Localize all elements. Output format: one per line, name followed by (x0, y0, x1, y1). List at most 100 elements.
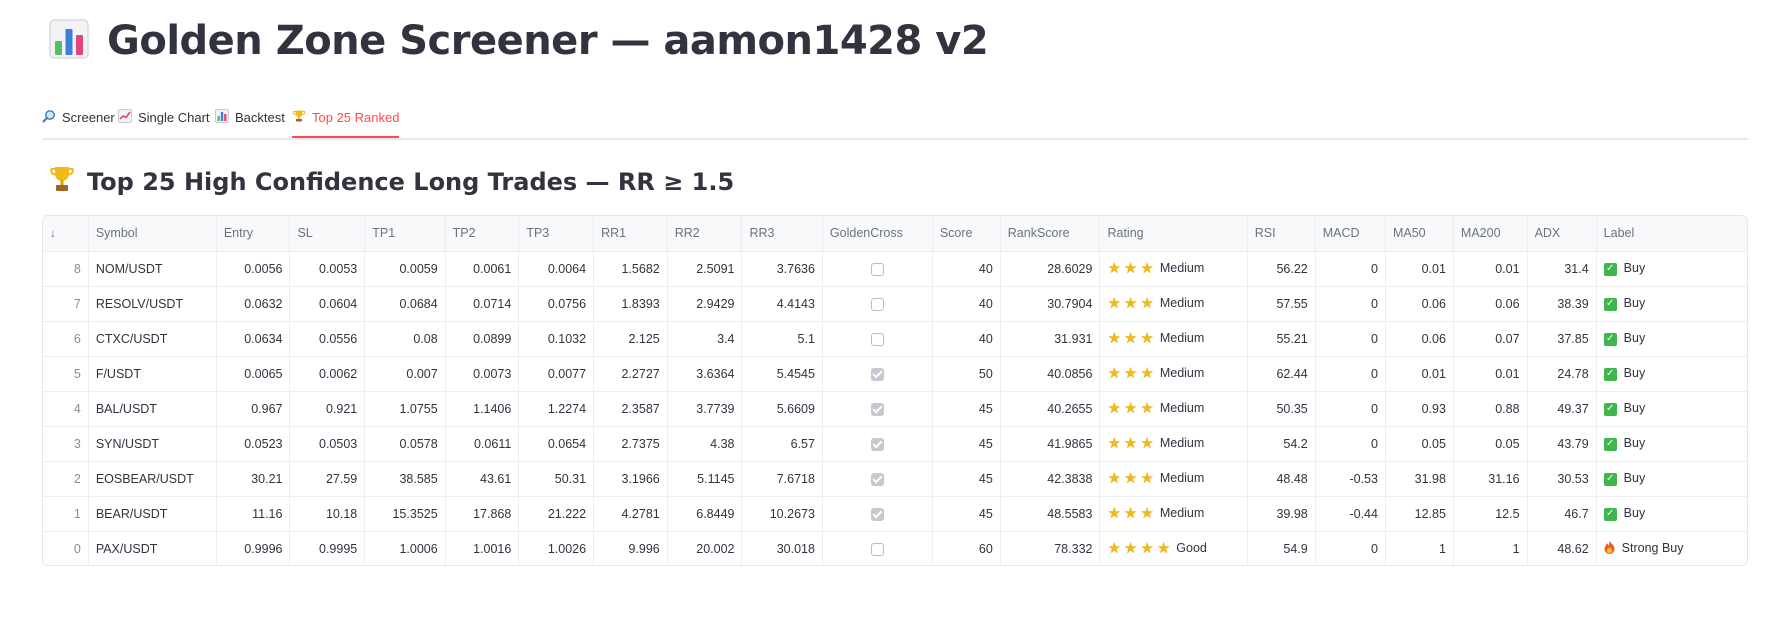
rr1-cell[interactable]: 2.2727 (593, 356, 668, 392)
ma200-cell[interactable]: 0.88 (1453, 391, 1528, 427)
label-cell[interactable]: ✓ Buy (1596, 426, 1747, 462)
table-row[interactable]: 4 BAL/USDT 0.967 0.921 1.0755 1.1406 1.2274 2.3… (43, 391, 1747, 427)
ma50-cell[interactable]: 12.85 (1385, 496, 1454, 532)
sl-cell[interactable]: 0.9995 (289, 531, 366, 565)
table-row[interactable]: 5 F/USDT 0.0065 0.0062 0.007 0.0073 0.0077 2.27… (43, 356, 1747, 392)
column-header[interactable]: TP1 (364, 216, 446, 252)
tp2-cell[interactable]: 1.0016 (445, 531, 520, 565)
score-cell[interactable]: 45 (932, 426, 1001, 462)
score-cell[interactable]: 40 (932, 321, 1001, 357)
symbol-cell[interactable]: EOSBEAR/USDT (88, 461, 217, 497)
macd-cell[interactable]: -0.44 (1315, 496, 1386, 532)
rating-cell[interactable]: ★ ★ ★ Medium (1099, 391, 1248, 427)
adx-cell[interactable]: 46.7 (1527, 496, 1597, 532)
rating-cell[interactable]: ★ ★ ★ Medium (1099, 321, 1248, 357)
rank-score-cell[interactable]: 28.6029 (1000, 251, 1101, 287)
entry-cell[interactable]: 30.21 (216, 461, 291, 497)
rr1-cell[interactable]: 2.3587 (593, 391, 668, 427)
column-header[interactable]: Rating (1099, 216, 1248, 252)
adx-cell[interactable]: 43.79 (1527, 426, 1597, 462)
rating-cell[interactable]: ★ ★ ★ Medium (1099, 356, 1248, 392)
rr2-cell[interactable]: 6.8449 (667, 496, 743, 532)
rsi-cell[interactable]: 48.48 (1247, 461, 1316, 497)
column-header[interactable]: MA200 (1453, 216, 1528, 252)
ma200-cell[interactable]: 0.07 (1453, 321, 1528, 357)
rank-score-cell[interactable]: 31.931 (1000, 321, 1101, 357)
rsi-cell[interactable]: 62.44 (1247, 356, 1316, 392)
rank-score-cell[interactable]: 30.7904 (1000, 286, 1101, 322)
rr1-cell[interactable]: 3.1966 (593, 461, 668, 497)
golden-cross-checkbox[interactable] (870, 542, 884, 556)
tp3-cell[interactable]: 1.0026 (518, 531, 595, 565)
tp3-cell[interactable]: 0.0077 (518, 356, 595, 392)
rr2-cell[interactable]: 2.5091 (667, 251, 743, 287)
entry-cell[interactable]: 0.0523 (216, 426, 291, 462)
table-row[interactable]: 1 BEAR/USDT 11.16 10.18 15.3525 17.868 21.222 4… (43, 496, 1747, 532)
symbol-cell[interactable]: PAX/USDT (88, 531, 217, 565)
column-header[interactable]: RankScore (1000, 216, 1101, 252)
entry-cell[interactable]: 0.0056 (216, 251, 291, 287)
score-cell[interactable]: 40 (932, 251, 1001, 287)
column-header[interactable]: MA50 (1385, 216, 1454, 252)
index-header[interactable]: ↓ (43, 216, 89, 252)
rank-score-cell[interactable]: 41.9865 (1000, 426, 1101, 462)
column-header[interactable]: SL (289, 216, 366, 252)
golden-cross-checkbox[interactable] (870, 367, 884, 381)
ma200-cell[interactable]: 0.01 (1453, 251, 1528, 287)
tp1-cell[interactable]: 1.0006 (364, 531, 446, 565)
score-cell[interactable]: 45 (932, 496, 1001, 532)
ma200-cell[interactable]: 12.5 (1453, 496, 1528, 532)
table-row[interactable]: 6 CTXC/USDT 0.0634 0.0556 0.08 0.0899 0.1032 2.… (43, 321, 1747, 357)
column-header[interactable]: ADX (1527, 216, 1597, 252)
rsi-cell[interactable]: 56.22 (1247, 251, 1316, 287)
table-row[interactable]: 0 PAX/USDT 0.9996 0.9995 1.0006 1.0016 1.0026 9… (43, 531, 1747, 565)
sl-cell[interactable]: 10.18 (289, 496, 366, 532)
label-cell[interactable]: ✓ Buy (1596, 321, 1747, 357)
adx-cell[interactable]: 38.39 (1527, 286, 1597, 322)
rsi-cell[interactable]: 50.35 (1247, 391, 1316, 427)
rr2-cell[interactable]: 5.1145 (667, 461, 743, 497)
ma50-cell[interactable]: 31.98 (1385, 461, 1454, 497)
rr2-cell[interactable]: 4.38 (667, 426, 743, 462)
column-header[interactable]: GoldenCross (822, 216, 933, 252)
rr1-cell[interactable]: 1.5682 (593, 251, 668, 287)
column-header[interactable]: Entry (216, 216, 291, 252)
rr3-cell[interactable]: 5.6609 (741, 391, 823, 427)
entry-cell[interactable]: 0.0634 (216, 321, 291, 357)
tp2-cell[interactable]: 0.0611 (445, 426, 520, 462)
tp2-cell[interactable]: 1.1406 (445, 391, 520, 427)
rr1-cell[interactable]: 2.125 (593, 321, 668, 357)
column-header[interactable]: RR3 (741, 216, 823, 252)
sl-cell[interactable]: 0.0053 (289, 251, 366, 287)
score-cell[interactable]: 40 (932, 286, 1001, 322)
symbol-cell[interactable]: F/USDT (88, 356, 217, 392)
tp3-cell[interactable]: 0.0654 (518, 426, 595, 462)
golden-cross-checkbox[interactable] (870, 437, 884, 451)
macd-cell[interactable]: 0 (1315, 391, 1386, 427)
label-cell[interactable]: ✓ Buy (1596, 286, 1747, 322)
rr3-cell[interactable]: 3.7636 (741, 251, 823, 287)
tp2-cell[interactable]: 0.0073 (445, 356, 520, 392)
entry-cell[interactable]: 0.967 (216, 391, 291, 427)
rr2-cell[interactable]: 20.002 (667, 531, 743, 565)
ma200-cell[interactable]: 1 (1453, 531, 1528, 565)
tab-screener[interactable]: Screener (42, 98, 115, 136)
column-header[interactable]: TP3 (518, 216, 595, 252)
table-row[interactable]: 2 EOSBEAR/USDT 30.21 27.59 38.585 43.61 50.31 3… (43, 461, 1747, 497)
adx-cell[interactable]: 48.62 (1527, 531, 1597, 565)
rr1-cell[interactable]: 9.996 (593, 531, 668, 565)
sl-cell[interactable]: 0.0062 (289, 356, 366, 392)
rating-cell[interactable]: ★ ★ ★ Medium (1099, 496, 1248, 532)
rank-score-cell[interactable]: 78.332 (1000, 531, 1101, 565)
tab-single-chart[interactable]: Single Chart (118, 98, 210, 136)
column-header[interactable]: Label (1596, 216, 1747, 252)
tp2-cell[interactable]: 17.868 (445, 496, 520, 532)
score-cell[interactable]: 50 (932, 356, 1001, 392)
entry-cell[interactable]: 0.0065 (216, 356, 291, 392)
label-cell[interactable]: ✓ Buy (1596, 496, 1747, 532)
macd-cell[interactable]: 0 (1315, 286, 1386, 322)
rsi-cell[interactable]: 39.98 (1247, 496, 1316, 532)
rating-cell[interactable]: ★ ★ ★ Medium (1099, 286, 1248, 322)
macd-cell[interactable]: 0 (1315, 251, 1386, 287)
tp1-cell[interactable]: 0.007 (364, 356, 446, 392)
